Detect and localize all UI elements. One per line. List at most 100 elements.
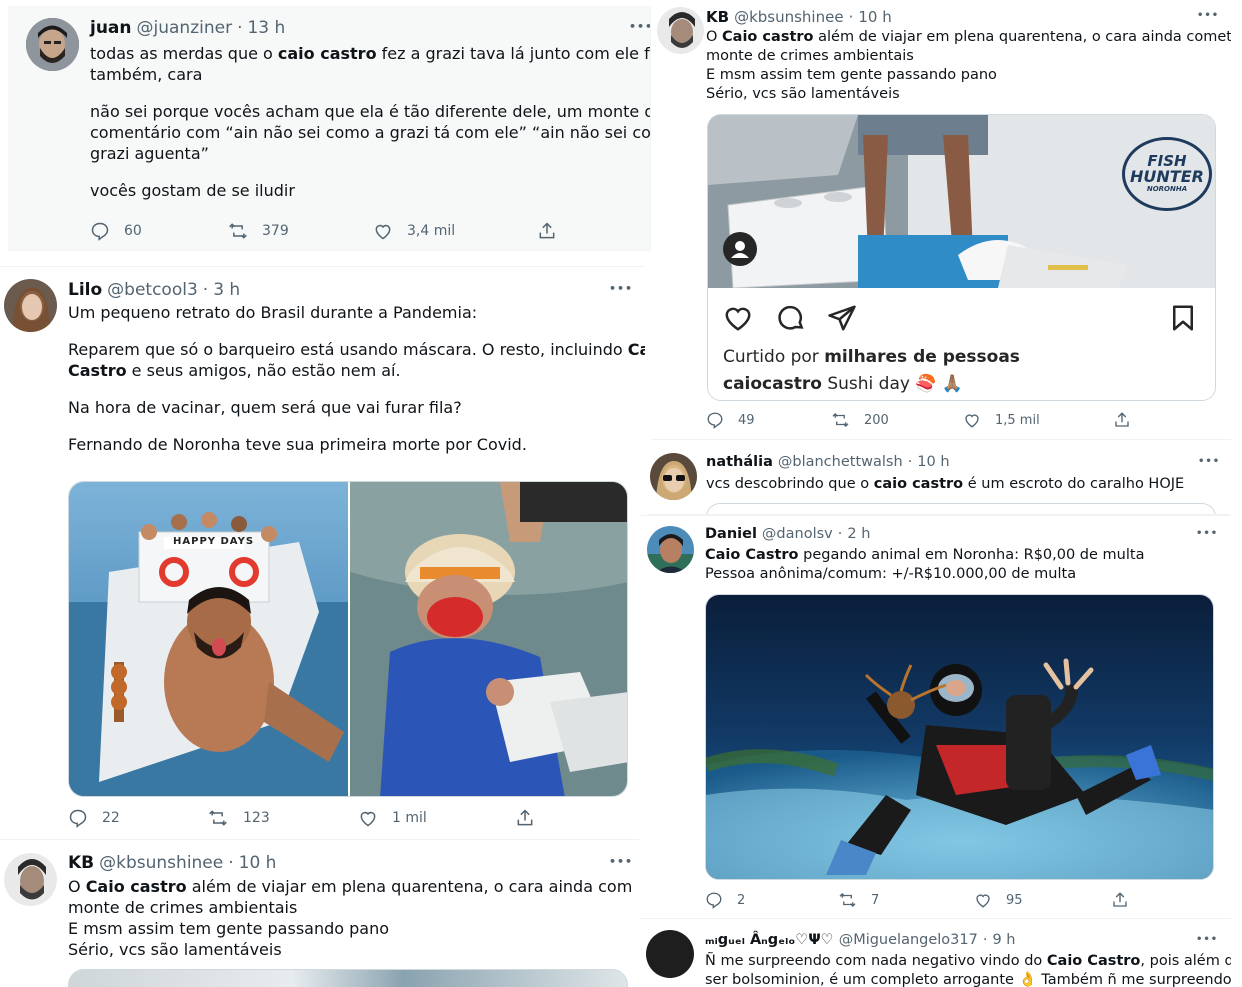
text-line: Fernando de Noronha teve sua primeira mo… bbox=[68, 435, 527, 454]
text-run: Curtido por bbox=[723, 347, 825, 367]
timestamp[interactable]: 13 h bbox=[247, 18, 285, 38]
tweet-header: juan @juanziner · 13 h bbox=[90, 18, 285, 38]
text-run: caio castro bbox=[277, 44, 377, 63]
tweet-text: O Caio castro além de viajar em plena qu… bbox=[706, 28, 1231, 104]
tweet-card-daniel[interactable]: Daniel @danolsv · 2 h ••• Caio Castro pe… bbox=[639, 515, 1231, 919]
handle[interactable]: @blanchettwalsh bbox=[778, 454, 903, 470]
more-icon[interactable]: ••• bbox=[1196, 934, 1218, 945]
handle[interactable]: @kbsunshinee bbox=[734, 8, 844, 26]
boat-selfie-photo[interactable] bbox=[69, 482, 348, 797]
text-line: ser bolsominion, é um completo arrogante… bbox=[705, 972, 1231, 987]
timestamp[interactable]: 2 h bbox=[847, 526, 870, 542]
avatar[interactable] bbox=[4, 279, 57, 332]
handle[interactable]: @juanziner bbox=[137, 18, 233, 38]
instagram-username[interactable]: caiocastro bbox=[723, 374, 822, 394]
retweet-button[interactable]: 123 bbox=[207, 808, 270, 828]
timestamp[interactable]: 3 h bbox=[213, 280, 240, 300]
like-button[interactable]: 3,4 mil bbox=[373, 221, 455, 241]
tweet-card-kb-top[interactable]: KB @kbsunshinee · 10 h ••• O Caio castro… bbox=[651, 0, 1231, 440]
retweet-button[interactable]: 200 bbox=[831, 411, 889, 429]
tweet-media-partial[interactable] bbox=[68, 969, 628, 987]
separator-dot: · bbox=[837, 526, 843, 542]
handle[interactable]: @danolsv bbox=[762, 526, 833, 542]
retweet-icon bbox=[229, 223, 247, 239]
boatman-photo[interactable] bbox=[350, 482, 628, 797]
instagram-user-icon[interactable] bbox=[723, 232, 757, 266]
text-run: Caio bbox=[627, 340, 645, 359]
instagram-comment-icon[interactable] bbox=[775, 303, 807, 333]
more-icon[interactable]: ••• bbox=[1197, 10, 1219, 21]
display-name[interactable]: Lilo bbox=[68, 280, 102, 300]
tweet-card-nathalia[interactable]: nathália @blanchettwalsh · 10 h ••• vcs … bbox=[648, 443, 1230, 515]
timestamp[interactable]: 10 h bbox=[917, 454, 949, 470]
text-run: vcs descobrindo que o bbox=[706, 476, 874, 492]
share-button[interactable] bbox=[1111, 891, 1129, 909]
reply-count: 22 bbox=[102, 810, 120, 826]
tweet-header: KB @kbsunshinee · 10 h bbox=[706, 8, 892, 26]
more-icon[interactable]: ••• bbox=[629, 20, 650, 33]
more-icon[interactable]: ••• bbox=[609, 855, 633, 868]
handle[interactable]: @betcool3 bbox=[107, 280, 198, 300]
like-button[interactable]: 95 bbox=[974, 891, 1023, 909]
tweet-card-miguelangelo[interactable]: ₘᵢgᵤₑₗ Âₙgₑₗₒ♡Ψ♡ @Miguelangelo317 · 9 h … bbox=[639, 920, 1231, 987]
more-icon[interactable]: ••• bbox=[1198, 456, 1220, 467]
instagram-save-icon[interactable] bbox=[1168, 303, 1198, 333]
reply-button[interactable]: 2 bbox=[705, 891, 745, 909]
avatar[interactable] bbox=[646, 930, 694, 978]
tweet-media[interactable] bbox=[705, 594, 1214, 880]
handle[interactable]: @kbsunshinee bbox=[99, 853, 223, 873]
text-run: Castro bbox=[68, 361, 127, 380]
text-line: também, cara bbox=[90, 65, 203, 84]
text-run: todas as merdas que o bbox=[90, 44, 278, 63]
avatar[interactable] bbox=[26, 18, 79, 71]
more-icon[interactable]: ••• bbox=[1196, 528, 1218, 539]
timestamp[interactable]: 10 h bbox=[239, 853, 277, 873]
text-run: é um escroto do caralho HOJE bbox=[963, 476, 1185, 492]
tweet-card-juan[interactable]: juan @juanziner · 13 h ••• todas as merd… bbox=[8, 6, 651, 251]
avatar[interactable] bbox=[657, 7, 704, 54]
retweet-button[interactable]: 7 bbox=[838, 891, 879, 909]
instagram-screenshot[interactable]: FISH HUNTER NORONHA Curtido por milhares… bbox=[707, 114, 1216, 401]
retweet-icon bbox=[832, 413, 849, 427]
reply-button[interactable]: 49 bbox=[706, 411, 755, 429]
reply-count: 60 bbox=[124, 223, 142, 239]
reply-button[interactable]: 22 bbox=[68, 808, 120, 828]
display-name[interactable]: nathália bbox=[706, 454, 773, 470]
like-count: 3,4 mil bbox=[407, 223, 456, 239]
like-button[interactable]: 1,5 mil bbox=[963, 411, 1040, 429]
tweet-card-lilo[interactable]: Lilo @betcool3 · 3 h ••• Um pequeno retr… bbox=[0, 266, 645, 840]
timestamp[interactable]: 10 h bbox=[858, 8, 891, 26]
tweet-card-kb-bottom[interactable]: KB @kbsunshinee · 10 h ••• O Caio castro… bbox=[0, 841, 633, 987]
share-button[interactable] bbox=[515, 808, 535, 828]
share-button[interactable] bbox=[1113, 411, 1131, 429]
share-button[interactable] bbox=[537, 221, 557, 241]
text-line: E msm assim tem gente passando pano bbox=[68, 919, 390, 938]
timestamp[interactable]: 9 h bbox=[992, 932, 1015, 948]
display-name[interactable]: juan bbox=[90, 18, 132, 38]
instagram-send-icon[interactable] bbox=[826, 303, 858, 333]
retweet-count: 379 bbox=[262, 223, 289, 239]
separator-dot: · bbox=[907, 454, 913, 470]
retweet-count: 123 bbox=[243, 810, 270, 826]
retweet-button[interactable]: 379 bbox=[228, 221, 289, 241]
avatar[interactable] bbox=[4, 853, 57, 906]
tweet-text: Um pequeno retrato do Brasil durante a P… bbox=[68, 302, 645, 455]
display-name[interactable]: ₘᵢgᵤₑₗ Âₙgₑₗₒ♡Ψ♡ bbox=[705, 932, 834, 948]
diver-photo[interactable] bbox=[706, 595, 1214, 880]
avatar[interactable] bbox=[650, 453, 697, 500]
like-button[interactable]: 1 mil bbox=[358, 808, 427, 828]
display-name[interactable]: KB bbox=[706, 8, 729, 26]
avatar[interactable] bbox=[647, 526, 694, 573]
handle[interactable]: @Miguelangelo317 bbox=[839, 932, 978, 948]
more-icon[interactable]: ••• bbox=[609, 282, 633, 295]
retweet-count: 200 bbox=[864, 412, 889, 428]
display-name[interactable]: Daniel bbox=[705, 526, 757, 542]
display-name[interactable]: KB bbox=[68, 853, 94, 873]
instagram-heart-icon[interactable] bbox=[722, 303, 754, 333]
text-run: O bbox=[706, 29, 723, 45]
tweet-media-partial[interactable] bbox=[706, 503, 1216, 514]
reply-button[interactable]: 60 bbox=[90, 221, 142, 241]
text-line: Pessoa anônima/comum: +/-R$10.000,00 de … bbox=[705, 566, 1077, 582]
tweet-media[interactable]: HAPPY DAYS bbox=[68, 481, 628, 797]
reply-icon bbox=[706, 892, 722, 909]
